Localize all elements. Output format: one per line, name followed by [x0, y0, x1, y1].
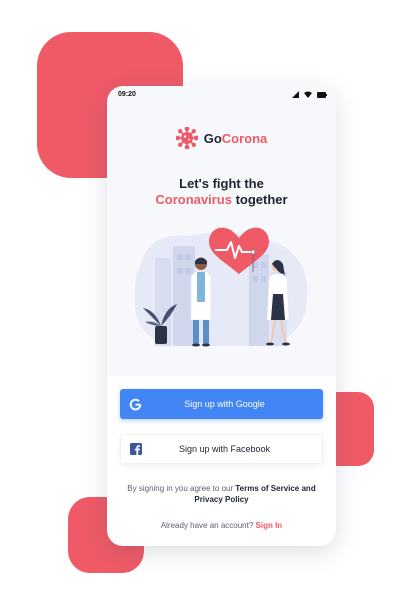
app-logo: GoCorona: [107, 127, 336, 149]
wifi-icon: [304, 91, 312, 98]
virus-icon: [175, 127, 198, 149]
headline: Let's fight the Coronavirus together: [107, 176, 336, 208]
headline-line2: Coronavirus together: [107, 192, 336, 208]
status-time: 09:20: [118, 91, 136, 98]
signup-google-label: Sign up with Google: [184, 399, 265, 409]
signup-google-button[interactable]: Sign up with Google: [120, 389, 323, 419]
signup-card: Sign up with Google Sign up with Faceboo…: [107, 376, 336, 546]
status-bar: 09:20: [107, 86, 336, 106]
signup-facebook-label: Sign up with Facebook: [178, 444, 271, 454]
signal-icon: [292, 91, 299, 98]
battery-icon: [317, 91, 327, 98]
terms-prefix: By signing in you agree to our: [127, 484, 236, 493]
signin-link[interactable]: Sign In: [256, 521, 283, 530]
headline-accent: Coronavirus: [155, 192, 232, 207]
status-icons: [292, 91, 327, 98]
signup-facebook-button[interactable]: Sign up with Facebook: [120, 434, 323, 464]
brand-go: Go: [203, 130, 222, 146]
facebook-icon: [121, 434, 151, 464]
brand-corona: Corona: [221, 130, 268, 146]
signin-prompt: Already have an account?: [160, 521, 256, 530]
headline-line1: Let's fight the: [179, 176, 264, 191]
terms-text: By signing in you agree to our Terms of …: [127, 483, 316, 505]
phone-screen: 09:20 GoCorona Let's fight the Coronavir…: [107, 86, 336, 546]
headline-line2-rest: together: [231, 192, 288, 207]
brand-name: GoCorona: [204, 131, 268, 146]
doctors-illustration: [134, 227, 308, 347]
google-icon: [120, 389, 150, 419]
signin-row: Already have an account? Sign In: [107, 521, 336, 530]
